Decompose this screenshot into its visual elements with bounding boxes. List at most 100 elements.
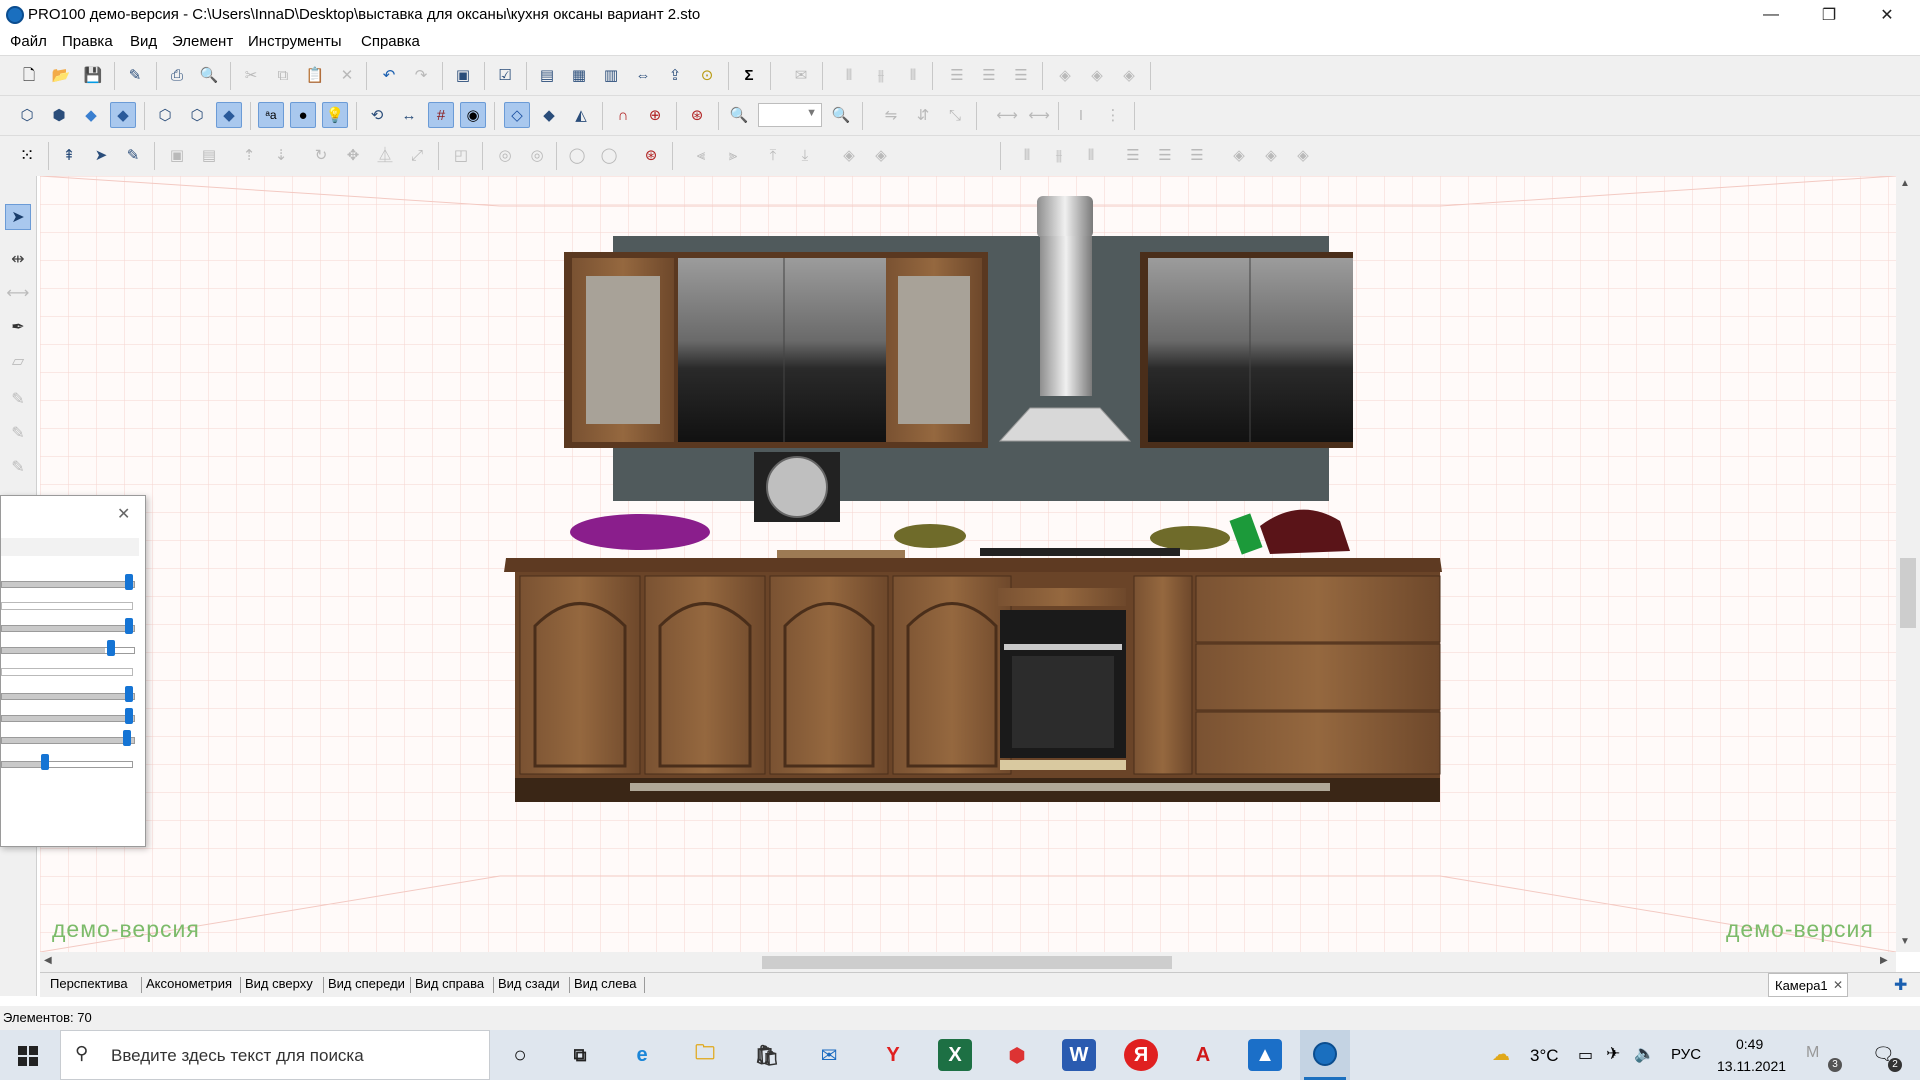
tab-top[interactable]: Вид сверху <box>245 976 313 991</box>
tab-axonometry[interactable]: Аксонометрия <box>146 976 232 991</box>
distribute-3-icon[interactable]: ◈ <box>1116 62 1142 88</box>
print-preview-icon[interactable]: 🔍 <box>196 62 222 88</box>
add-camera-icon[interactable]: ✚ <box>1894 975 1907 995</box>
measure-icon[interactable]: ↔ <box>396 102 422 128</box>
fit-top-icon[interactable]: ☰ <box>1120 142 1146 168</box>
scroll-down-arrow-icon[interactable]: ▼ <box>1900 936 1910 947</box>
properties-icon[interactable]: ✎ <box>122 62 148 88</box>
edit-3-icon[interactable]: ✎ <box>5 454 31 480</box>
fit-right-icon[interactable]: ⫴ <box>1078 142 1104 168</box>
taskbar-search-box[interactable]: ⚲ Введите здесь текст для поиска <box>60 1030 490 1080</box>
paste-icon[interactable]: 📋 <box>302 62 328 88</box>
tab-back[interactable]: Вид сзади <box>498 976 560 991</box>
move-icon[interactable]: ✥ <box>340 142 366 168</box>
edit-1-icon[interactable]: ✎ <box>5 386 31 412</box>
close-camera-icon[interactable]: ✕ <box>1833 978 1843 992</box>
tab-right[interactable]: Вид справа <box>415 976 484 991</box>
snap-icon[interactable]: ◇ <box>504 102 530 128</box>
price-icon[interactable]: ⊙ <box>694 62 720 88</box>
hide-2-icon[interactable]: ◎ <box>524 142 550 168</box>
dimensions-report-icon[interactable]: ⇔ <box>630 62 656 88</box>
corner-icon[interactable]: ◰ <box>448 142 474 168</box>
group-icon[interactable]: ▣ <box>164 142 190 168</box>
horizontal-scroll-thumb[interactable] <box>762 956 1172 969</box>
slider-3[interactable] <box>1 640 135 656</box>
menu-element[interactable]: Элемент <box>172 33 233 50</box>
slider-5[interactable] <box>1 708 135 724</box>
light-icon[interactable]: 💡 <box>322 102 348 128</box>
scroll-up-arrow-icon[interactable]: ▲ <box>1900 178 1910 189</box>
rotate-view-icon[interactable]: ⟲ <box>364 102 390 128</box>
slider-2[interactable] <box>1 618 135 634</box>
show-1-icon[interactable]: ◯ <box>564 142 590 168</box>
print-icon[interactable]: ⎙ <box>164 62 190 88</box>
meet-now-icon[interactable]: M <box>1806 1044 1819 1062</box>
spread-2-icon[interactable]: ◈ <box>1258 142 1284 168</box>
fit-left-icon[interactable]: ⫴ <box>1014 142 1040 168</box>
battery-icon[interactable]: ▭ <box>1578 1045 1593 1065</box>
copy-icon[interactable]: ⧉ <box>270 62 296 88</box>
lower-icon[interactable]: ⇣ <box>268 142 294 168</box>
close-button[interactable]: ✕ <box>1858 0 1916 30</box>
slider-4[interactable] <box>1 686 135 702</box>
checklist-icon[interactable]: ☑ <box>492 62 518 88</box>
cube-app-icon[interactable]: ⬢ <box>1000 1039 1034 1071</box>
move-up-icon[interactable]: ⇞ <box>56 142 82 168</box>
snap-corner-icon[interactable]: ◭ <box>568 102 594 128</box>
place-1-icon[interactable]: ◈ <box>836 142 862 168</box>
rotate-icon[interactable]: ↻ <box>308 142 334 168</box>
yandex-browser-icon[interactable]: Y <box>876 1039 910 1071</box>
textured-icon[interactable]: ◆ <box>110 102 136 128</box>
new-file-icon[interactable]: 🗋 <box>16 62 42 88</box>
photos-icon[interactable]: ▲ <box>1248 1039 1282 1071</box>
weather-temp[interactable]: 3°C <box>1530 1046 1559 1066</box>
open-folder-icon[interactable]: 📂 <box>48 62 74 88</box>
airplane-icon[interactable]: ✈ <box>1606 1044 1620 1064</box>
fit-bottom-icon[interactable]: ☰ <box>1184 142 1210 168</box>
lift-icon[interactable]: ⇡ <box>236 142 262 168</box>
place-2-icon[interactable]: ◈ <box>868 142 894 168</box>
stack-up-icon[interactable]: ⤒ <box>760 142 786 168</box>
collision-check-icon[interactable]: ⊛ <box>638 142 664 168</box>
file-explorer-icon[interactable]: 🗀 <box>688 1039 722 1071</box>
vertical-scrollbar[interactable]: ▲ ▼ <box>1896 176 1920 952</box>
labels-icon[interactable]: ᵃa <box>258 102 284 128</box>
edge-icon[interactable]: e <box>625 1039 659 1071</box>
tab-front[interactable]: Вид спереди <box>328 976 405 991</box>
task-view-icon[interactable]: ⧉ <box>563 1039 597 1071</box>
align-middle-icon[interactable]: ☰ <box>976 62 1002 88</box>
panel-close-icon[interactable]: ✕ <box>117 504 130 524</box>
eye-icon[interactable]: ◉ <box>460 102 486 128</box>
measure-tool-icon[interactable]: ⇹ <box>5 246 31 272</box>
mirror-v-icon[interactable]: ⇵ <box>910 102 936 128</box>
start-windows-icon[interactable] <box>18 1046 38 1066</box>
zoom-out-icon[interactable]: 🔍 <box>726 102 752 128</box>
spread-3-icon[interactable]: ◈ <box>1290 142 1316 168</box>
export-icon[interactable]: ⇪ <box>662 62 688 88</box>
menu-view[interactable]: Вид <box>130 33 157 50</box>
mirror-icon[interactable]: ⏅ <box>372 142 398 168</box>
delete-icon[interactable]: ✕ <box>334 62 360 88</box>
dimension-v2-icon[interactable]: ⋮ <box>1100 102 1126 128</box>
volume-icon[interactable]: 🔈 <box>1634 1044 1655 1064</box>
scroll-right-arrow-icon[interactable]: ▶ <box>1880 955 1888 966</box>
view-box-2-icon[interactable]: ⬡ <box>184 102 210 128</box>
store-icon[interactable]: 🛍 <box>750 1039 784 1071</box>
select-all-icon[interactable]: ⁙ <box>14 142 40 168</box>
library-icon[interactable]: ▣ <box>450 62 476 88</box>
undo-icon[interactable]: ↶ <box>376 62 402 88</box>
minimize-button[interactable]: — <box>1742 0 1800 30</box>
show-2-icon[interactable]: ◯ <box>596 142 622 168</box>
zoom-select[interactable]: ▼ <box>758 103 822 127</box>
mail-icon[interactable]: ✉ <box>788 62 814 88</box>
align-top-icon[interactable]: ☰ <box>944 62 970 88</box>
menu-tools[interactable]: Инструменты <box>248 33 342 50</box>
stack-right-icon[interactable]: ⫸ <box>720 142 746 168</box>
stack-left-icon[interactable]: ⫷ <box>688 142 714 168</box>
dimension-tool-icon[interactable]: ⟷ <box>5 280 31 306</box>
cutting-list-icon[interactable]: ▥ <box>598 62 624 88</box>
sum-icon[interactable]: Σ <box>736 62 762 88</box>
slider-1[interactable] <box>1 574 135 590</box>
horizontal-scrollbar[interactable]: ◀ ▶ <box>40 952 1896 972</box>
dimension-h2-icon[interactable]: ⟷ <box>1026 102 1052 128</box>
